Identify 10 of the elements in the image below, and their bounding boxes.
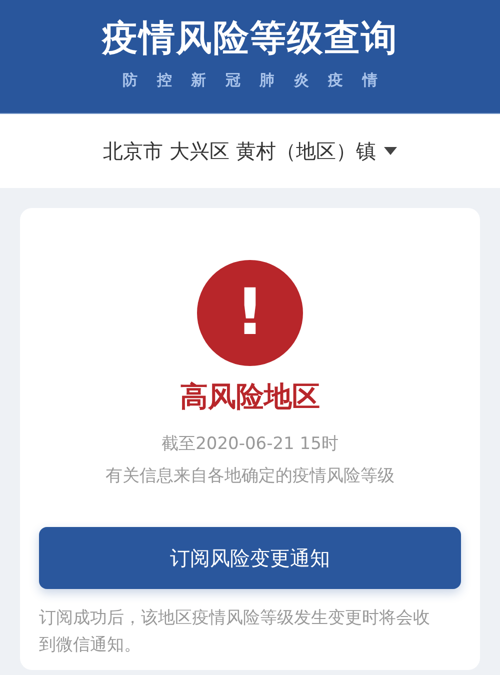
caret-icon bbox=[384, 147, 397, 155]
page-title: 疫情风险等级查询 bbox=[102, 21, 398, 58]
source-note: 有关信息来自各地确定的疫情风险等级 bbox=[106, 464, 394, 488]
update-time: 截至2020-06-21 15时 bbox=[162, 433, 338, 456]
warning-icon: ! bbox=[197, 260, 303, 366]
subscribe-note: 订阅成功后，该地区疫情风险等级发生变更时将会收到微信通知。 bbox=[38, 607, 431, 657]
risk-level-label: 高风险地区 bbox=[180, 379, 320, 415]
page-subtitle: 防 控 新 冠 肺 炎 疫 情 bbox=[122, 70, 378, 92]
location-text: 北京市 大兴区 黄村（地区）镇 bbox=[103, 138, 376, 165]
subscribe-button[interactable]: 订阅风险变更通知 bbox=[39, 527, 461, 589]
